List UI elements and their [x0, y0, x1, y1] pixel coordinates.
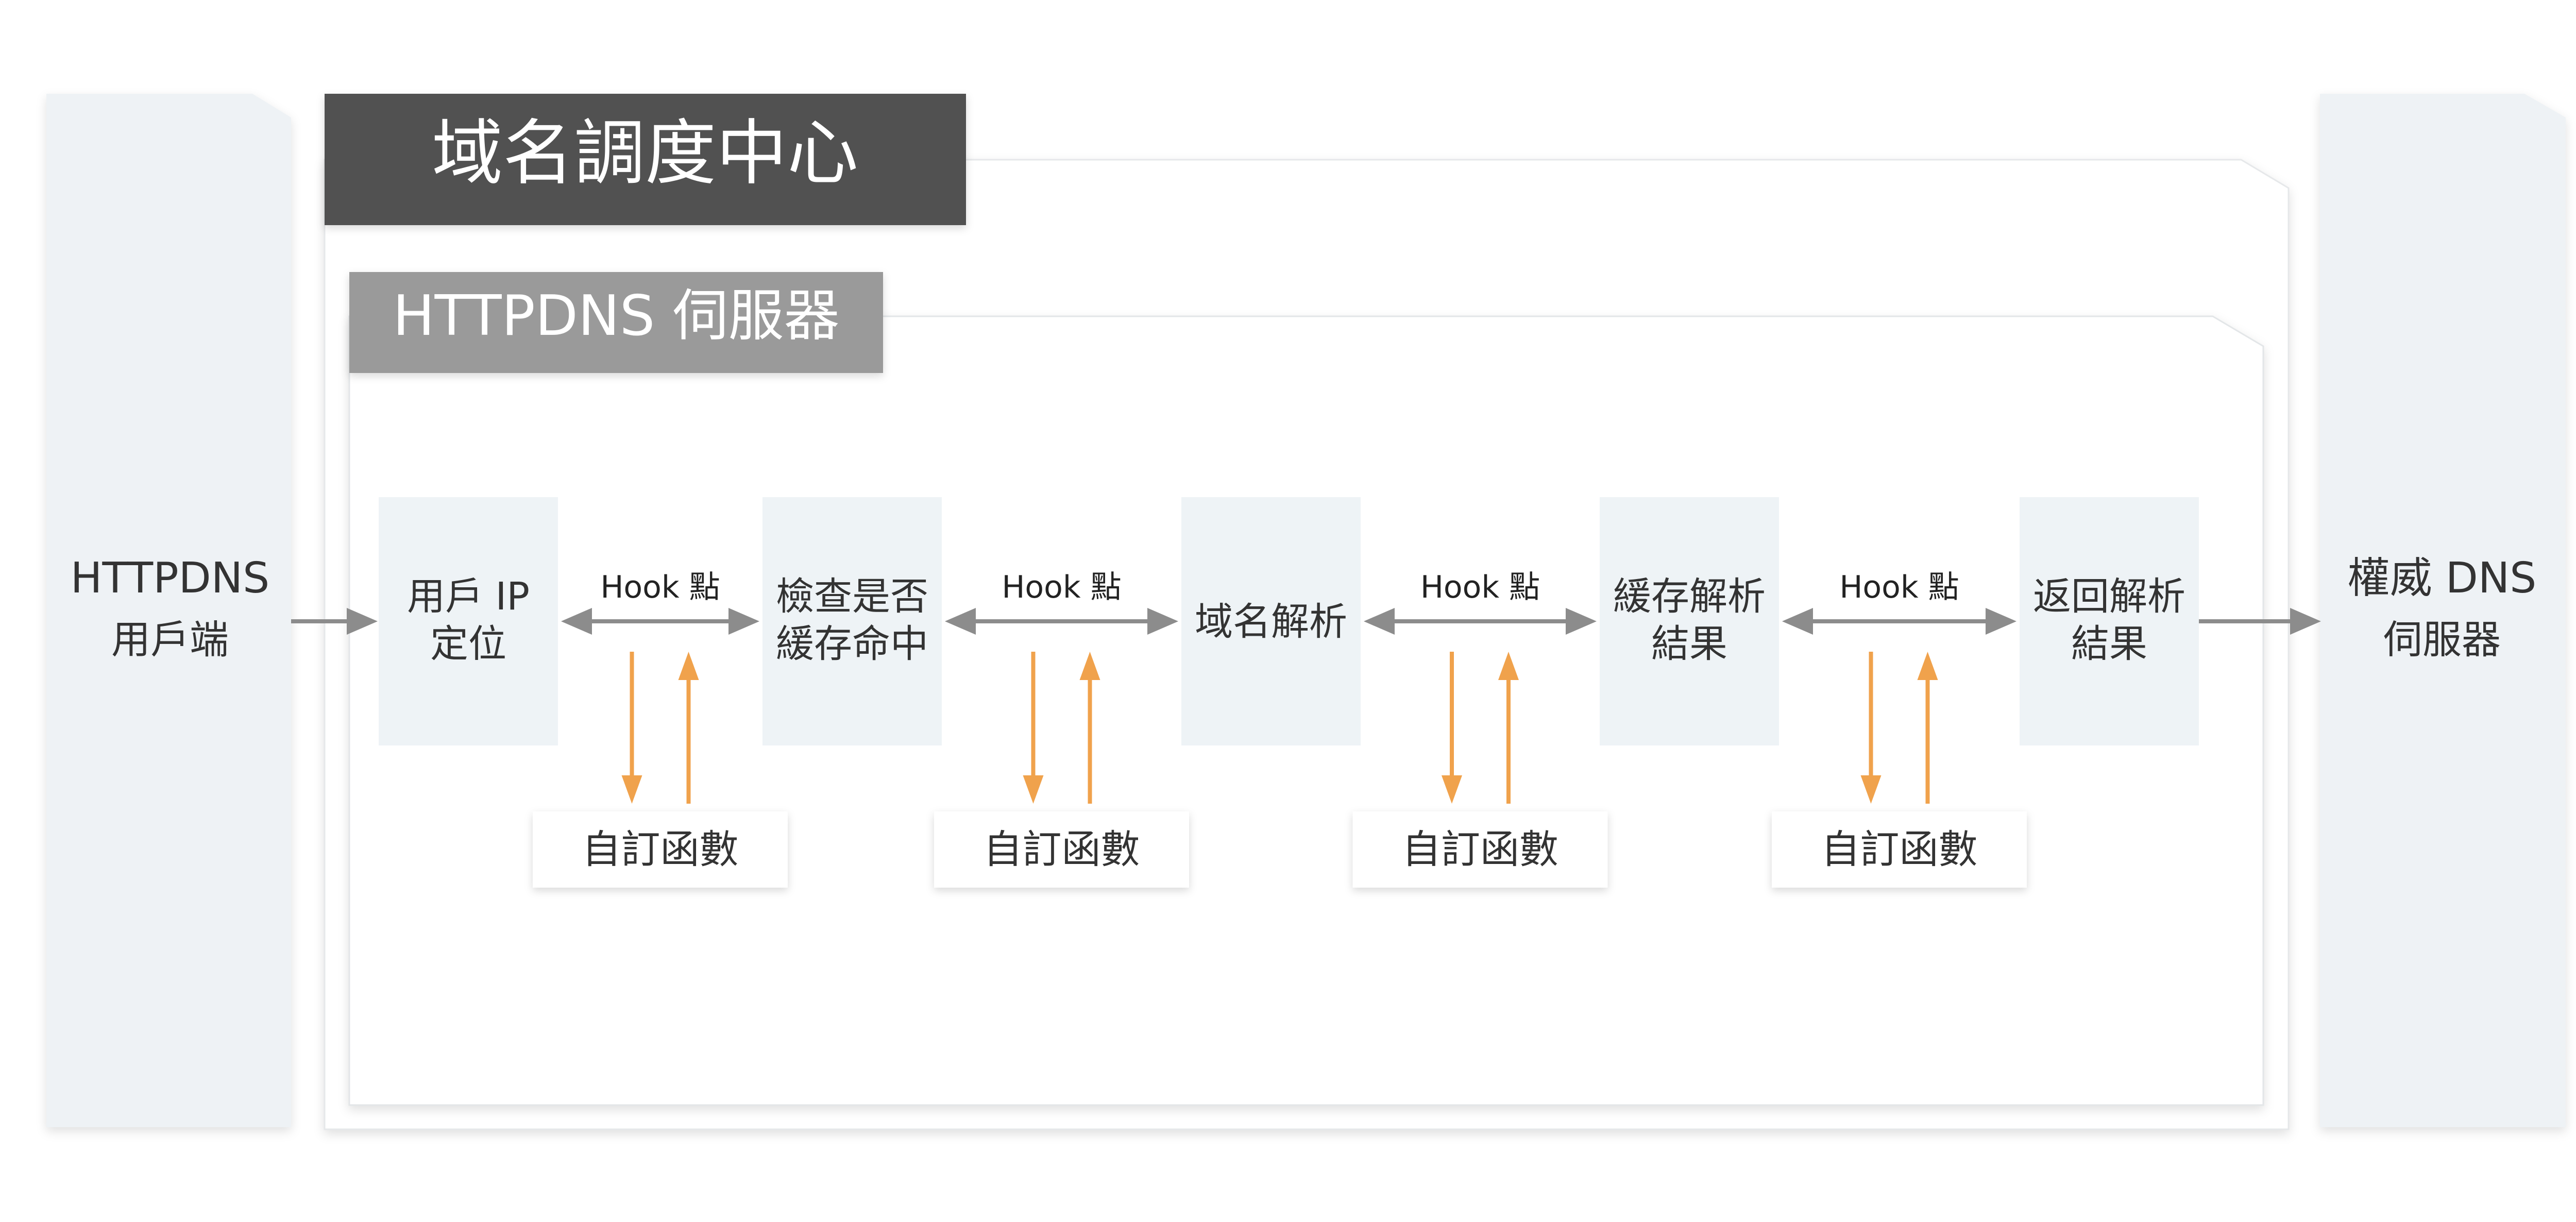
step-4: 緩存解析結果	[1600, 497, 1779, 745]
custom-function-label: 自訂函數	[1402, 826, 1558, 872]
step-label: 域名解析	[1195, 600, 1347, 644]
hook-label: Hook 點	[1002, 569, 1121, 605]
client-label-line1: HTTPDNS	[71, 554, 269, 603]
server-title: HTTPDNS 伺服器	[393, 284, 839, 348]
step-box	[2020, 497, 2199, 745]
httpdns-architecture-diagram: HTTPDNS 用戶端 權威 DNS 伺服器 域名調度中心 HTTPDNS 伺服…	[46, 94, 2566, 1130]
center-title: 域名調度中心	[432, 112, 858, 195]
step-label-line2: 定位	[430, 622, 506, 666]
custom-function-label: 自訂函數	[1821, 826, 1978, 872]
step-box	[762, 497, 942, 745]
step-2: 檢查是否緩存命中	[762, 497, 942, 745]
authority-column-bg	[2320, 94, 2566, 1127]
step-box	[379, 497, 558, 745]
client-label-line2: 用戶端	[111, 617, 229, 663]
step-label-line2: 緩存命中	[776, 622, 928, 666]
authority-label-line2: 伺服器	[2383, 617, 2501, 663]
step-label-line1: 用戶 IP	[407, 574, 530, 619]
hook-label: Hook 點	[1839, 569, 1959, 605]
client-column-bg	[46, 94, 291, 1127]
flow-arrowhead	[2290, 608, 2321, 635]
step-box	[1600, 497, 1779, 745]
hook-label: Hook 點	[600, 569, 720, 605]
step-label-line1: 檢查是否	[776, 574, 928, 619]
custom-function-label: 自訂函數	[984, 826, 1140, 872]
hook-label: Hook 點	[1420, 569, 1540, 605]
authority-label-line1: 權威 DNS	[2348, 554, 2537, 603]
step-3: 域名解析	[1181, 497, 1361, 745]
step-5: 返回解析結果	[2020, 497, 2199, 745]
client-column: HTTPDNS 用戶端	[46, 94, 291, 1127]
step-label-line2: 結果	[2071, 622, 2147, 666]
step-1: 用戶 IP定位	[379, 497, 558, 745]
step-label-line2: 結果	[1651, 622, 1727, 666]
authority-column: 權威 DNS 伺服器	[2320, 94, 2566, 1127]
custom-function-label: 自訂函數	[582, 826, 739, 872]
step-label-line1: 返回解析	[2033, 574, 2185, 619]
step-label-line1: 緩存解析	[1613, 574, 1766, 619]
